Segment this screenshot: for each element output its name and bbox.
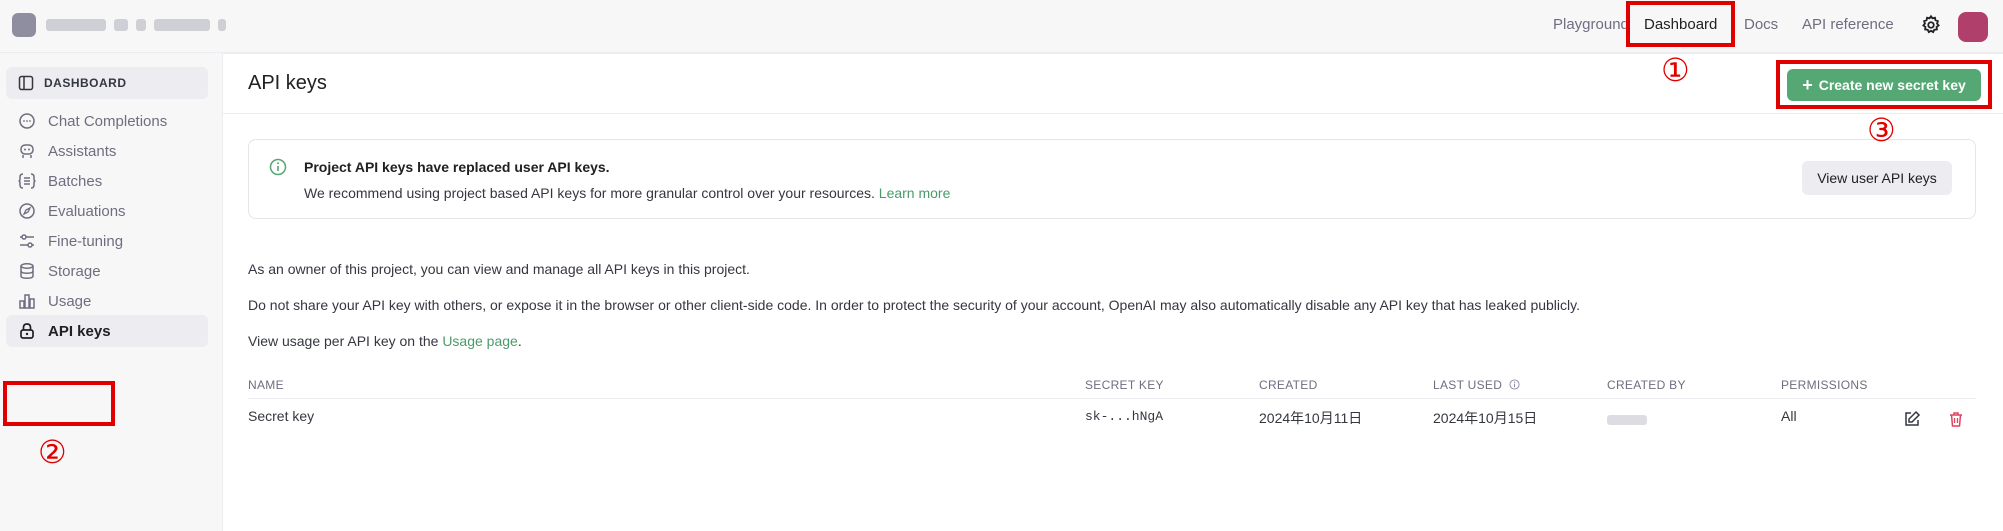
sidebar-toggle-icon bbox=[18, 75, 34, 91]
annotation-box-api-keys bbox=[3, 381, 115, 426]
sidebar-header[interactable]: DASHBOARD bbox=[6, 67, 208, 99]
sidebar-item-chat-completions[interactable]: Chat Completions bbox=[6, 105, 208, 137]
sidebar-item-api-keys[interactable]: API keys bbox=[6, 315, 208, 347]
sidebar-item-label: Chat Completions bbox=[48, 112, 168, 130]
nav-api-reference[interactable]: API reference bbox=[1792, 16, 1904, 33]
info-icon bbox=[269, 158, 287, 176]
sidebar-header-label: DASHBOARD bbox=[44, 76, 127, 90]
column-secret-key: SECRET KEY bbox=[1085, 378, 1164, 392]
learn-more-link[interactable]: Learn more bbox=[879, 185, 951, 201]
annotation-marker-3: ③ bbox=[1867, 111, 1896, 149]
info-icon[interactable] bbox=[1509, 379, 1520, 390]
lock-icon bbox=[18, 322, 36, 340]
usage-suffix: . bbox=[517, 333, 522, 349]
annotation-box-dashboard bbox=[1626, 1, 1735, 47]
sidebar-item-batches[interactable]: Batches bbox=[6, 165, 208, 197]
page-title: API keys bbox=[248, 72, 327, 94]
annotation-box-create-key bbox=[1776, 60, 1992, 109]
edit-icon[interactable] bbox=[1903, 410, 1921, 428]
column-last-used: LAST USED bbox=[1433, 378, 1520, 392]
sidebar-item-label: Assistants bbox=[48, 142, 117, 160]
column-last-used-label: LAST USED bbox=[1433, 378, 1503, 392]
database-icon bbox=[18, 262, 36, 280]
bar-chart-icon bbox=[18, 292, 36, 310]
sidebar-item-label: Fine-tuning bbox=[48, 232, 124, 250]
sidebar-item-usage[interactable]: Usage bbox=[6, 285, 208, 317]
sidebar-item-label: Batches bbox=[48, 172, 103, 190]
usage-page-link[interactable]: Usage page bbox=[442, 333, 518, 349]
batches-icon bbox=[18, 172, 36, 190]
usage-prefix: View usage per API key on the bbox=[248, 333, 439, 349]
annotation-marker-1: ① bbox=[1661, 51, 1690, 89]
table-header: NAME SECRET KEY CREATED LAST USED CREATE… bbox=[248, 372, 1976, 399]
org-name-redacted bbox=[46, 19, 226, 31]
sidebar-item-storage[interactable]: Storage bbox=[6, 255, 208, 287]
org-switcher[interactable] bbox=[12, 13, 226, 37]
notice-title: Project API keys have replaced user API … bbox=[304, 159, 610, 175]
sidebar-item-label: Usage bbox=[48, 292, 92, 310]
sidebar-item-label: Evaluations bbox=[48, 202, 126, 220]
org-avatar bbox=[12, 13, 36, 37]
notice-text: We recommend using project based API key… bbox=[304, 185, 950, 201]
row-created-by-redacted bbox=[1607, 412, 1647, 428]
evaluations-icon bbox=[18, 202, 36, 220]
row-last-used: 2024年10月15日 bbox=[1433, 410, 1538, 426]
chat-icon bbox=[18, 112, 36, 130]
row-name: Secret key bbox=[248, 408, 315, 424]
column-created-by: CREATED BY bbox=[1607, 378, 1686, 392]
row-created: 2024年10月11日 bbox=[1259, 410, 1363, 426]
sidebar-item-fine-tuning[interactable]: Fine-tuning bbox=[6, 225, 208, 257]
user-avatar[interactable] bbox=[1958, 12, 1988, 42]
row-permissions: All bbox=[1781, 408, 1797, 424]
sidebar-item-assistants[interactable]: Assistants bbox=[6, 135, 208, 167]
notice-banner: Project API keys have replaced user API … bbox=[248, 139, 1976, 219]
view-user-api-keys-button[interactable]: View user API keys bbox=[1802, 161, 1952, 195]
divider bbox=[223, 113, 2003, 114]
table-row: Secret key sk-...hNgA 2024年10月11日 2024年1… bbox=[248, 400, 1976, 440]
gear-icon[interactable] bbox=[1920, 14, 1942, 36]
description-usage: View usage per API key on the Usage page… bbox=[248, 333, 522, 349]
sliders-icon bbox=[18, 232, 36, 250]
column-name: NAME bbox=[248, 378, 284, 392]
sidebar-item-label: Storage bbox=[48, 262, 101, 280]
row-secret-key: sk-...hNgA bbox=[1085, 409, 1164, 424]
nav-playground[interactable]: Playground bbox=[1543, 16, 1639, 33]
column-permissions: PERMISSIONS bbox=[1781, 378, 1868, 392]
nav-docs[interactable]: Docs bbox=[1734, 16, 1788, 33]
notice-body: We recommend using project based API key… bbox=[304, 185, 875, 201]
main-content: API keys + Create new secret key Project… bbox=[222, 53, 2003, 531]
sidebar: DASHBOARD Chat Completions Assistants Ba… bbox=[0, 53, 222, 530]
description-warning: Do not share your API key with others, o… bbox=[248, 297, 1580, 313]
annotation-marker-2: ② bbox=[38, 433, 67, 471]
delete-icon[interactable] bbox=[1947, 410, 1965, 428]
assistant-icon bbox=[18, 142, 36, 160]
column-created: CREATED bbox=[1259, 378, 1318, 392]
description-owner: As an owner of this project, you can vie… bbox=[248, 261, 750, 277]
sidebar-item-label: API keys bbox=[48, 322, 111, 340]
sidebar-item-evaluations[interactable]: Evaluations bbox=[6, 195, 208, 227]
